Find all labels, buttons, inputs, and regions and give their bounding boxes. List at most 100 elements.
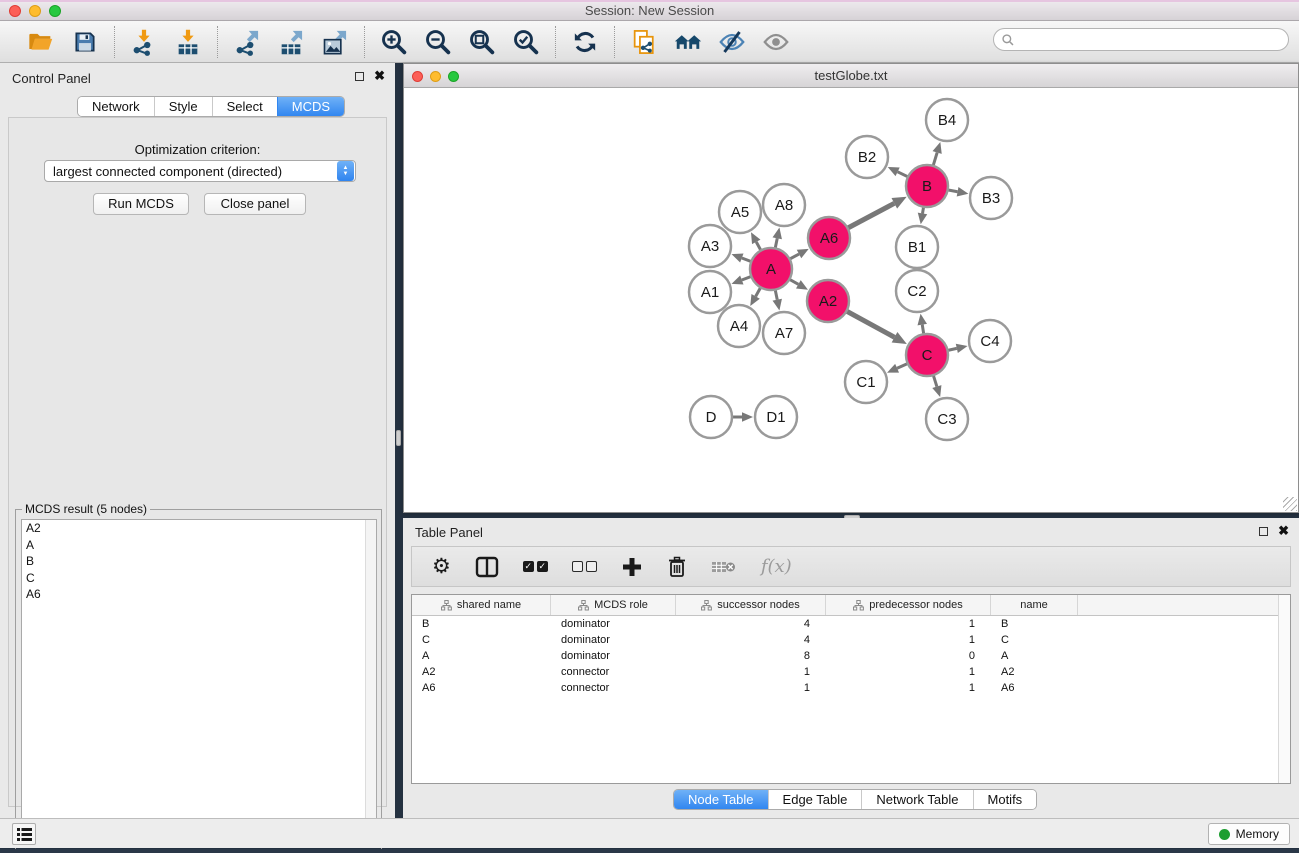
- cell-successor-nodes[interactable]: 1: [676, 666, 826, 678]
- vertical-split-divider[interactable]: [395, 63, 403, 818]
- network-close-button[interactable]: [412, 71, 423, 82]
- node-table[interactable]: shared nameMCDS rolesuccessor nodesprede…: [411, 594, 1291, 784]
- hide-selected-icon[interactable]: [717, 27, 747, 57]
- export-image-icon[interactable]: [320, 27, 350, 57]
- cell-shared-name[interactable]: A2: [412, 666, 551, 678]
- table-row[interactable]: A2connector11A2: [412, 664, 1290, 680]
- show-all-icon[interactable]: [761, 27, 791, 57]
- table-close-panel-icon[interactable]: ✖: [1278, 526, 1289, 536]
- network-zoom-button[interactable]: [448, 71, 459, 82]
- float-panel-icon[interactable]: [355, 72, 364, 81]
- cell-name[interactable]: B: [991, 618, 1078, 630]
- cell-predecessor-nodes[interactable]: 1: [826, 634, 991, 646]
- tab-network[interactable]: Network: [78, 97, 154, 116]
- add-column-icon[interactable]: [621, 556, 643, 578]
- tab-motifs[interactable]: Motifs: [973, 790, 1037, 809]
- mcds-result-list[interactable]: A2ABCA6: [21, 519, 377, 846]
- cell-name[interactable]: A2: [991, 666, 1078, 678]
- zoom-out-icon[interactable]: [423, 27, 453, 57]
- cell-MCDS-role[interactable]: dominator: [551, 634, 676, 646]
- cell-predecessor-nodes[interactable]: 1: [826, 666, 991, 678]
- run-mcds-button[interactable]: Run MCDS: [93, 193, 189, 215]
- column-header-predecessor-nodes[interactable]: predecessor nodes: [826, 595, 991, 615]
- close-panel-button[interactable]: Close panel: [204, 193, 306, 215]
- window-resize-grip[interactable]: [1283, 497, 1297, 511]
- column-header-name[interactable]: name: [991, 595, 1078, 615]
- network-graph[interactable]: AA1A2A3A4A5A6A7A8BB1B2B3B4CC1C2C3C4DD1: [404, 88, 1298, 512]
- cell-MCDS-role[interactable]: dominator: [551, 650, 676, 662]
- node-label-C3: C3: [937, 411, 956, 428]
- table-row[interactable]: A6connector11A6: [412, 680, 1290, 696]
- table-row[interactable]: Bdominator41B: [412, 616, 1290, 632]
- cell-shared-name[interactable]: A: [412, 650, 551, 662]
- cell-successor-nodes[interactable]: 4: [676, 618, 826, 630]
- delete-column-icon[interactable]: [667, 556, 687, 578]
- tab-mcds[interactable]: MCDS: [277, 97, 344, 116]
- tab-network-table[interactable]: Network Table: [861, 790, 972, 809]
- zoom-in-icon[interactable]: [379, 27, 409, 57]
- column-header-shared-name[interactable]: shared name: [412, 595, 551, 615]
- cell-MCDS-role[interactable]: connector: [551, 682, 676, 694]
- function-builder-icon[interactable]: f(x): [761, 556, 792, 577]
- result-item-b[interactable]: B: [22, 553, 376, 570]
- table-float-panel-icon[interactable]: [1259, 527, 1268, 536]
- delete-table-icon[interactable]: [711, 558, 737, 576]
- cell-successor-nodes[interactable]: 8: [676, 650, 826, 662]
- refresh-layout-icon[interactable]: [570, 27, 600, 57]
- select-all-checkboxes-icon[interactable]: ✓✓: [523, 561, 548, 572]
- cell-name[interactable]: A: [991, 650, 1078, 662]
- zoom-fit-icon[interactable]: [467, 27, 497, 57]
- search-input[interactable]: [1015, 33, 1288, 47]
- cell-predecessor-nodes[interactable]: 0: [826, 650, 991, 662]
- control-panel-title: Control Panel: [12, 71, 91, 86]
- network-canvas[interactable]: AA1A2A3A4A5A6A7A8BB1B2B3B4CC1C2C3C4DD1: [404, 88, 1298, 512]
- network-window-titlebar[interactable]: testGlobe.txt: [404, 64, 1298, 88]
- cell-name[interactable]: A6: [991, 682, 1078, 694]
- deselect-all-checkboxes-icon[interactable]: [572, 561, 597, 572]
- zoom-selected-icon[interactable]: [511, 27, 541, 57]
- tab-node-table[interactable]: Node Table: [674, 790, 768, 809]
- cell-shared-name[interactable]: C: [412, 634, 551, 646]
- result-item-a2[interactable]: A2: [22, 520, 376, 537]
- table-row[interactable]: Adominator80A: [412, 648, 1290, 664]
- cell-name[interactable]: C: [991, 634, 1078, 646]
- tab-select[interactable]: Select: [212, 97, 277, 116]
- cell-shared-name[interactable]: B: [412, 618, 551, 630]
- memory-button[interactable]: Memory: [1208, 823, 1290, 845]
- tab-edge-table[interactable]: Edge Table: [768, 790, 862, 809]
- duplicate-network-icon[interactable]: [629, 27, 659, 57]
- column-header-MCDS-role[interactable]: MCDS role: [551, 595, 676, 615]
- cell-successor-nodes[interactable]: 4: [676, 634, 826, 646]
- first-neighbors-icon[interactable]: [673, 27, 703, 57]
- tab-style[interactable]: Style: [154, 97, 212, 116]
- close-panel-icon[interactable]: ✖: [374, 71, 385, 81]
- table-row[interactable]: Cdominator41C: [412, 632, 1290, 648]
- cell-predecessor-nodes[interactable]: 1: [826, 618, 991, 630]
- export-table-icon[interactable]: [276, 27, 306, 57]
- cell-MCDS-role[interactable]: dominator: [551, 618, 676, 630]
- result-item-a[interactable]: A: [22, 537, 376, 554]
- export-network-icon[interactable]: [232, 27, 262, 57]
- minimize-window-button[interactable]: [29, 5, 41, 17]
- criterion-dropdown[interactable]: largest connected component (directed) ▲…: [44, 160, 356, 182]
- cell-successor-nodes[interactable]: 1: [676, 682, 826, 694]
- open-session-icon[interactable]: [26, 27, 56, 57]
- import-network-icon[interactable]: [129, 27, 159, 57]
- column-header-successor-nodes[interactable]: successor nodes: [676, 595, 826, 615]
- table-scrollbar[interactable]: [1278, 595, 1290, 783]
- result-list-scrollbar[interactable]: [365, 520, 376, 845]
- zoom-window-button[interactable]: [49, 5, 61, 17]
- close-window-button[interactable]: [9, 5, 21, 17]
- search-field[interactable]: [993, 28, 1289, 51]
- cell-shared-name[interactable]: A6: [412, 682, 551, 694]
- network-minimize-button[interactable]: [430, 71, 441, 82]
- result-item-a6[interactable]: A6: [22, 586, 376, 603]
- result-item-c[interactable]: C: [22, 570, 376, 587]
- import-table-icon[interactable]: [173, 27, 203, 57]
- table-options-gear-icon[interactable]: ⚙: [432, 557, 451, 577]
- cell-predecessor-nodes[interactable]: 1: [826, 682, 991, 694]
- show-column-panel-icon[interactable]: [475, 556, 499, 578]
- save-session-icon[interactable]: [70, 27, 100, 57]
- task-history-button[interactable]: [12, 823, 36, 845]
- cell-MCDS-role[interactable]: connector: [551, 666, 676, 678]
